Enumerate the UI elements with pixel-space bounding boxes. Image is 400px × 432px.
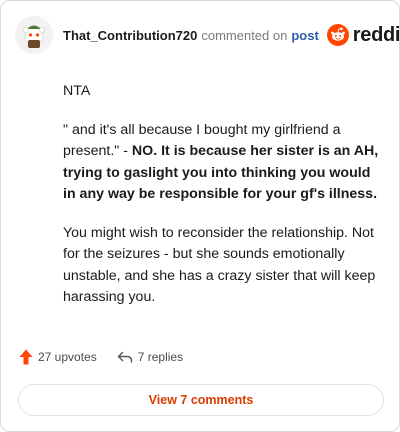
username[interactable]: That_Contribution720	[63, 28, 197, 43]
comment-paragraph-1: NTA	[63, 83, 91, 99]
reply-arrow-icon	[117, 351, 132, 363]
comment-card: That_Contribution720 commented on post r…	[0, 0, 400, 432]
reply-button[interactable]: 7 replies	[117, 350, 183, 364]
upvote-button[interactable]: 27 upvotes	[19, 349, 97, 365]
upvote-arrow-icon	[19, 349, 33, 365]
reddit-wordmark: reddit	[352, 23, 400, 46]
comment-body: NTA " and it's all because I bought my g…	[63, 81, 381, 326]
snoo-avatar-icon	[15, 16, 53, 54]
user-avatar[interactable]	[15, 16, 53, 54]
post-link[interactable]: post	[291, 28, 318, 43]
upvote-count: 27 upvotes	[38, 350, 97, 364]
reddit-logo[interactable]: reddit	[326, 23, 400, 47]
comment-paragraph-3: You might wish to reconsider the relatio…	[63, 224, 376, 306]
comment-header: That_Contribution720 commented on post r…	[15, 15, 399, 55]
commented-on-label: commented on	[201, 27, 288, 43]
reddit-logo-icon	[326, 24, 349, 46]
view-comments-button[interactable]: View 7 comments	[18, 384, 384, 416]
comment-actions: 27 upvotes 7 replies	[19, 349, 183, 365]
comment-paragraph-2: " and it's all because I bought my girlf…	[63, 120, 381, 206]
reply-count: 7 replies	[137, 350, 184, 364]
